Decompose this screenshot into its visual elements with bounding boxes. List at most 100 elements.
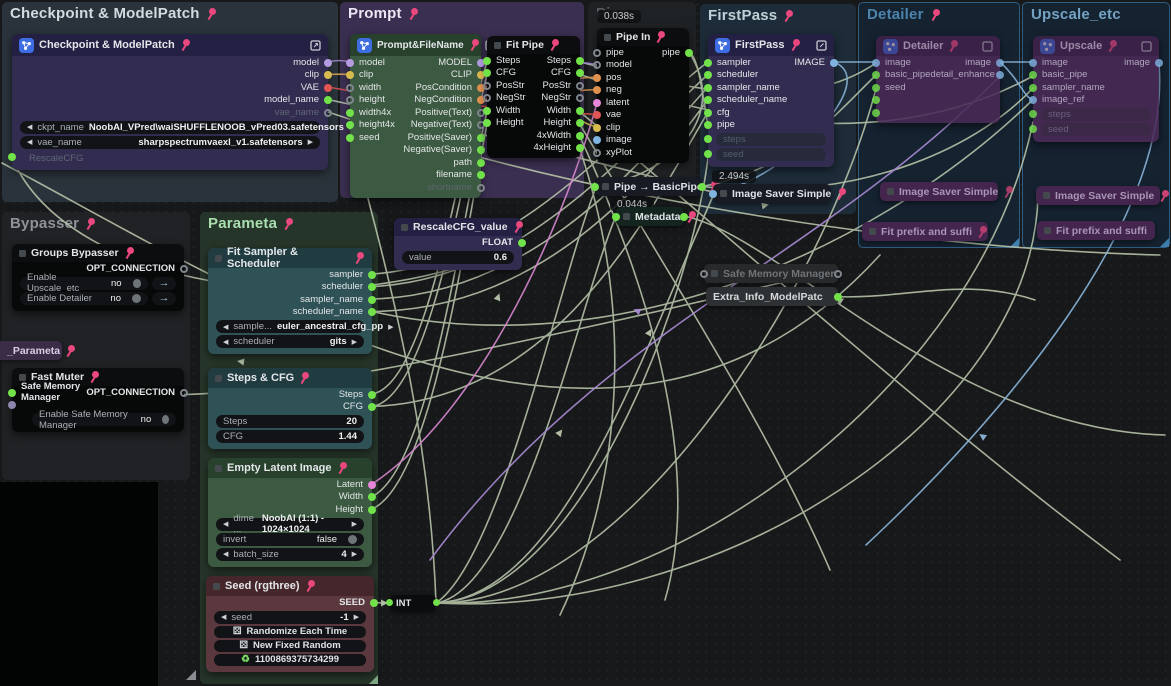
input-port[interactable] — [593, 74, 601, 82]
output-port-model[interactable] — [324, 59, 332, 67]
output-port[interactable] — [368, 271, 376, 279]
input-port[interactable] — [346, 84, 354, 92]
node-extra-info-modelpatch[interactable]: Extra_Info_ModelPatc — [706, 287, 838, 306]
combo-right-icon[interactable]: ▶ — [354, 613, 359, 621]
steps-widget-input[interactable]: steps — [1041, 108, 1151, 121]
node-metadata[interactable]: Metadata — [616, 207, 684, 226]
maximize-icon[interactable] — [816, 40, 827, 51]
node-graph-canvas[interactable]: Checkpoint & ModelPatch Prompt Pipe Firs… — [0, 0, 1171, 686]
output-port-width[interactable] — [368, 493, 376, 501]
input-port[interactable] — [591, 183, 599, 191]
maximize-icon[interactable] — [1141, 41, 1152, 52]
steps-number-widget[interactable]: Steps20 — [216, 415, 364, 428]
input-port[interactable] — [593, 86, 601, 94]
node-upscale[interactable]: Upscale imageimage basic_pipe sampler_na… — [1033, 36, 1159, 142]
collapse-toggle[interactable] — [602, 183, 609, 190]
collapse-toggle[interactable] — [19, 374, 26, 381]
node-steps-cfg[interactable]: Steps & CFG Steps CFG Steps20 CFG1.44 — [208, 368, 372, 449]
input-port[interactable] — [872, 84, 880, 92]
output-port[interactable] — [368, 308, 376, 316]
maximize-icon[interactable] — [310, 40, 321, 51]
node-int-reroute[interactable]: INT — [390, 595, 436, 611]
output-port[interactable] — [477, 184, 485, 192]
collapse-toggle[interactable] — [604, 34, 611, 41]
collapse-toggle[interactable] — [623, 213, 630, 220]
collapse-toggle[interactable] — [215, 255, 222, 262]
input-port[interactable] — [593, 136, 601, 144]
group-title[interactable]: Checkpoint & ModelPatch — [10, 5, 200, 22]
toggle-knob[interactable] — [133, 279, 141, 288]
input-port[interactable] — [483, 119, 491, 127]
output-port-float[interactable] — [518, 239, 526, 247]
toggle-knob[interactable] — [132, 294, 141, 303]
vae-name-combo[interactable]: ◀vae_namesharpspectrumvaexl_v1.safetenso… — [20, 136, 320, 149]
combo-right-icon[interactable]: ▶ — [352, 550, 357, 558]
input-port[interactable] — [872, 109, 880, 117]
output-port[interactable] — [576, 69, 584, 77]
seed-widget-input[interactable]: seed — [716, 148, 826, 161]
input-port[interactable] — [704, 84, 712, 92]
input-port[interactable] — [346, 71, 354, 79]
input-port[interactable] — [700, 270, 708, 278]
output-port-latent[interactable] — [368, 481, 376, 489]
output-port-height[interactable] — [368, 506, 376, 514]
input-port-seed[interactable] — [704, 150, 712, 158]
dimensions-combo[interactable]: ◀dime ...NoobAI (1:1) - 1024×1024▶ — [216, 518, 364, 531]
enable-upscale-toggle[interactable]: Enable Upscale_etcno — [20, 277, 148, 290]
input-port[interactable] — [1029, 125, 1037, 133]
output-port[interactable] — [996, 59, 1004, 67]
combo-left-icon[interactable]: ◀ — [223, 520, 228, 528]
output-port[interactable] — [368, 283, 376, 291]
collapse-toggle[interactable] — [19, 250, 26, 257]
goto-group-button[interactable]: → — [152, 292, 176, 305]
randomize-each-time-button[interactable]: ⚄Randomize Each Time — [214, 626, 366, 638]
combo-right-icon[interactable]: ▶ — [352, 520, 357, 528]
group-title[interactable]: FirstPass — [708, 7, 777, 24]
group-title[interactable]: Bypasser — [10, 215, 79, 232]
output-port-vae-name[interactable] — [324, 109, 332, 117]
input-port[interactable] — [704, 109, 712, 117]
output-port[interactable] — [477, 146, 485, 154]
toggle-knob[interactable] — [348, 535, 357, 544]
input-port[interactable] — [593, 99, 601, 107]
node-fit-pipe[interactable]: Fit Pipe StepsSteps CFGCFG PosStrPosStr … — [487, 36, 580, 158]
output-port[interactable] — [576, 144, 584, 152]
collapse-toggle[interactable] — [494, 42, 501, 49]
collapse-toggle[interactable] — [215, 465, 222, 472]
sampler-combo[interactable]: ◀sample...euler_ancestral_cfg_pp▶ — [216, 320, 364, 333]
output-port-clip[interactable] — [324, 71, 332, 79]
steps-widget-input[interactable]: steps — [716, 133, 826, 146]
node-image-saver-detailer[interactable]: Image Saver Simple — [880, 182, 998, 201]
combo-left-icon[interactable]: ◀ — [27, 138, 32, 146]
cfg-number-widget[interactable]: CFG1.44 — [216, 430, 364, 443]
output-port-pipe[interactable] — [685, 49, 693, 57]
resize-handle[interactable] — [186, 670, 196, 680]
output-port[interactable] — [834, 293, 842, 301]
input-port-rescalecfg[interactable] — [8, 153, 16, 161]
output-port[interactable] — [698, 183, 706, 191]
input-port-steps[interactable] — [704, 135, 712, 143]
output-port[interactable] — [368, 296, 376, 304]
input-port[interactable] — [1029, 96, 1037, 104]
collapse-toggle[interactable] — [720, 190, 727, 197]
input-port[interactable] — [593, 61, 601, 69]
combo-right-icon[interactable]: ▶ — [308, 138, 313, 146]
maximize-icon[interactable] — [982, 41, 993, 52]
batch-size-combo[interactable]: ◀batch_size4▶ — [216, 548, 364, 561]
output-port[interactable] — [576, 57, 584, 65]
input-port[interactable] — [612, 213, 620, 221]
output-port[interactable] — [576, 94, 584, 102]
input-port[interactable] — [346, 59, 354, 67]
input-port[interactable] — [1029, 84, 1037, 92]
node-pipe-in[interactable]: Pipe In pipepipe model pos neg latent va… — [597, 28, 689, 163]
output-port[interactable] — [368, 391, 376, 399]
value-number-widget[interactable]: value0.6 — [402, 251, 514, 264]
group-resize-handle[interactable] — [369, 675, 378, 684]
collapse-toggle[interactable] — [401, 224, 408, 231]
node-fit-prefix-detailer[interactable]: Fit prefix and suffi — [862, 222, 988, 241]
combo-left-icon[interactable]: ◀ — [223, 550, 228, 558]
combo-left-icon[interactable]: ◀ — [221, 613, 226, 621]
node-parameta-link[interactable]: _Parameta — [0, 341, 62, 360]
input-port[interactable] — [872, 71, 880, 79]
input-port[interactable] — [483, 107, 491, 115]
